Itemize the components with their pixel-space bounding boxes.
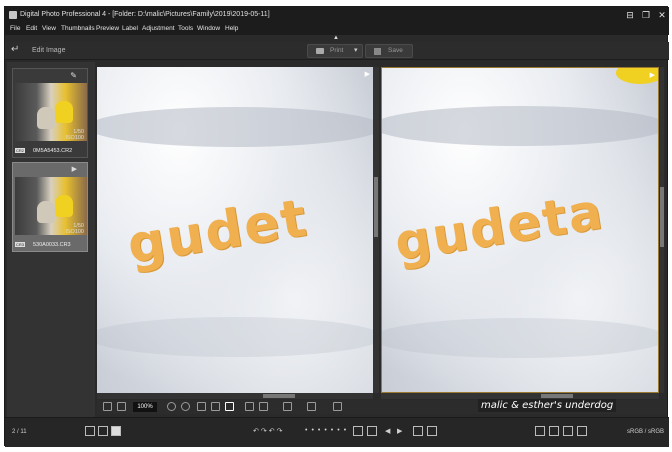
fur-fold bbox=[97, 317, 373, 357]
thumbnail-filmstrip: ✎ 1/50 ISO100 CR2 0M5A5453.CR2 ▶ 1/50 IS… bbox=[7, 62, 95, 417]
thumbnail-item-1[interactable]: ✎ 1/50 ISO100 CR2 0M5A5453.CR2 bbox=[12, 68, 88, 158]
back-arrow-icon[interactable]: ↵ bbox=[11, 44, 19, 55]
preview-right[interactable]: gudeta ▶ bbox=[381, 67, 659, 393]
menu-help[interactable]: Help bbox=[225, 25, 238, 32]
panel-toggle-icon[interactable] bbox=[333, 402, 342, 411]
info-icon[interactable] bbox=[427, 426, 437, 436]
splitter-scroll-thumb[interactable] bbox=[374, 177, 378, 237]
app-window: Digital Photo Professional 4 - [Folder: … bbox=[4, 6, 669, 447]
menu-adjustment[interactable]: Adjustment bbox=[142, 25, 175, 32]
sync-view-icon[interactable] bbox=[225, 402, 234, 411]
menu-bar: File Edit View Thumbnails Preview Label … bbox=[5, 23, 669, 35]
title-bar: Digital Photo Professional 4 - [Folder: … bbox=[5, 7, 669, 23]
actual-size-icon[interactable] bbox=[117, 402, 126, 411]
save-label: Save bbox=[388, 47, 403, 54]
print-button[interactable]: Print ▾ bbox=[307, 44, 363, 58]
save-disk-icon bbox=[374, 48, 381, 55]
thumbnail-filename: 530A0033.CR3 bbox=[33, 242, 71, 248]
zoom-out-icon[interactable] bbox=[167, 402, 176, 411]
pin-icon[interactable]: ✎ bbox=[70, 71, 77, 80]
close-button[interactable]: ✕ bbox=[655, 9, 669, 21]
fur-fold bbox=[97, 107, 373, 147]
menu-window[interactable]: Window bbox=[197, 25, 220, 32]
iso-value: ISO100 bbox=[65, 229, 84, 235]
zoom-level[interactable]: 100% bbox=[133, 402, 157, 412]
right-scrollbar[interactable] bbox=[660, 67, 664, 393]
label-icon[interactable] bbox=[367, 426, 377, 436]
save-button[interactable]: Save bbox=[365, 44, 413, 58]
screen-icon[interactable] bbox=[577, 426, 587, 436]
window-title: Digital Photo Professional 4 - [Folder: … bbox=[20, 11, 270, 18]
highlight-alert-icon[interactable] bbox=[549, 426, 559, 436]
fur-fold bbox=[382, 318, 658, 358]
thumbnail-meta: 1/50 ISO100 bbox=[65, 223, 84, 235]
collapse-toolbar-icon[interactable]: ▲ bbox=[333, 35, 339, 41]
fur-fold bbox=[382, 106, 658, 146]
maximize-button[interactable]: ❐ bbox=[639, 9, 653, 21]
thumbnail-grid-icon[interactable] bbox=[85, 426, 95, 436]
previous-icon[interactable]: ◀ bbox=[385, 427, 390, 435]
left-hscroll[interactable] bbox=[97, 393, 373, 399]
rating-dots[interactable]: ••••••• bbox=[305, 427, 350, 434]
menu-thumbnails[interactable]: Thumbnails bbox=[61, 25, 95, 32]
toy-shape bbox=[37, 107, 55, 129]
preview-left[interactable]: gudet ▶ bbox=[97, 67, 373, 393]
rotate-icons[interactable]: ↶↷↶↷ bbox=[253, 427, 284, 435]
af-point-icon[interactable] bbox=[245, 402, 254, 411]
app-icon bbox=[9, 11, 17, 19]
menu-view[interactable]: View bbox=[42, 25, 56, 32]
single-view-icon[interactable] bbox=[111, 426, 121, 436]
scroll-thumb[interactable] bbox=[541, 394, 573, 398]
thumbnail-filename: 0M5A5453.CR2 bbox=[33, 148, 73, 154]
page-counter: 2 / 11 bbox=[12, 429, 27, 435]
toy-shape bbox=[55, 195, 73, 217]
printer-icon bbox=[316, 48, 324, 54]
delete-icon[interactable] bbox=[413, 426, 423, 436]
list-view-icon[interactable] bbox=[98, 426, 108, 436]
watermark: malic & esther's underdog bbox=[478, 399, 617, 412]
thumbnail-item-2[interactable]: ▶ 1/50 ISO100 CR3 530A0033.CR3 bbox=[12, 162, 88, 252]
color-profile: sRGB / sRGB bbox=[626, 429, 664, 435]
file-type-badge: CR3 bbox=[15, 242, 25, 247]
split-view-icon[interactable] bbox=[211, 402, 220, 411]
zoom-in-icon[interactable] bbox=[181, 402, 190, 411]
histogram-icon[interactable] bbox=[535, 426, 545, 436]
edit-image-label: Edit Image bbox=[32, 47, 66, 54]
next-icon[interactable]: ▶ bbox=[397, 427, 402, 435]
menu-file[interactable]: File bbox=[10, 25, 20, 32]
splitter[interactable] bbox=[373, 67, 379, 393]
toy-shape bbox=[55, 101, 73, 123]
flag-icon[interactable]: ▶ bbox=[650, 71, 655, 79]
shadow-alert-icon[interactable] bbox=[563, 426, 573, 436]
fit-window-icon[interactable] bbox=[103, 402, 112, 411]
menu-tools[interactable]: Tools bbox=[178, 25, 193, 32]
print-dropdown-icon[interactable]: ▾ bbox=[354, 46, 358, 54]
scroll-thumb[interactable] bbox=[263, 394, 295, 398]
compare-layout-icon[interactable] bbox=[197, 402, 206, 411]
menu-label[interactable]: Label bbox=[122, 25, 138, 32]
menu-edit[interactable]: Edit bbox=[26, 25, 37, 32]
flag-icon[interactable]: ▶ bbox=[72, 165, 77, 173]
minimize-button[interactable]: ⊟ bbox=[623, 9, 637, 21]
toolbar: ↵ Edit Image Print ▾ Save bbox=[5, 42, 669, 60]
flag-icon[interactable]: ▶ bbox=[365, 70, 370, 78]
toy-shape bbox=[37, 201, 55, 223]
iso-value: ISO100 bbox=[65, 135, 84, 141]
display-options-icon[interactable] bbox=[283, 402, 292, 411]
check-mark-icon[interactable] bbox=[353, 426, 363, 436]
thumbnail-meta: 1/50 ISO100 bbox=[65, 129, 84, 141]
scroll-thumb[interactable] bbox=[660, 187, 664, 247]
grid-overlay-icon[interactable] bbox=[259, 402, 268, 411]
menu-preview[interactable]: Preview bbox=[96, 25, 119, 32]
status-bar: 2 / 11 ↶↷↶↷ ••••••• ◀ ▶ sRGB / sRGB bbox=[5, 417, 669, 447]
dual-view-icon[interactable] bbox=[307, 402, 316, 411]
file-type-badge: CR2 bbox=[15, 148, 25, 153]
print-label: Print bbox=[330, 47, 344, 54]
